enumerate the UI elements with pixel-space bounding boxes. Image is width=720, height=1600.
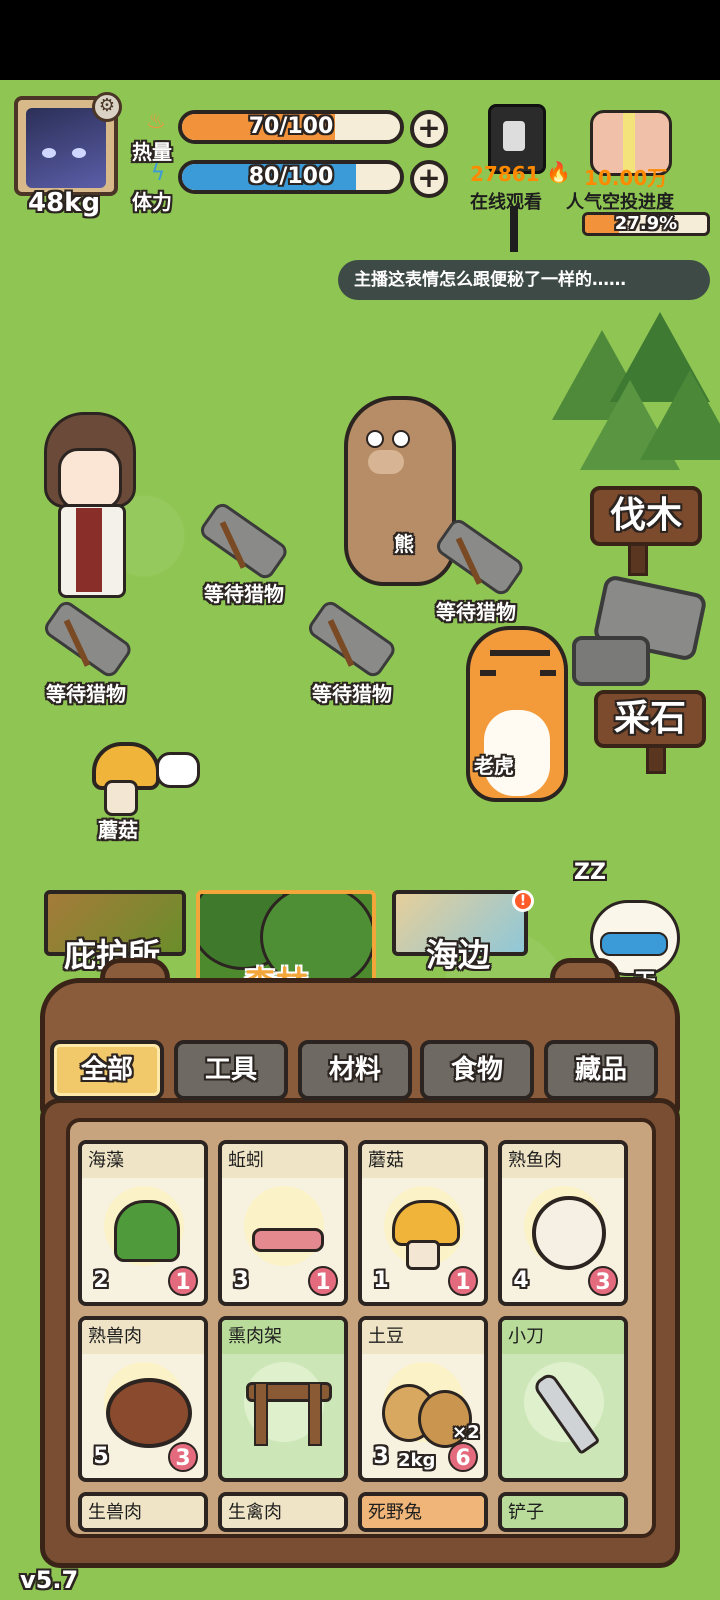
airdrop-progress-bar: 27.9% <box>582 212 710 236</box>
item-quantity: 6 <box>448 1442 478 1472</box>
game-screen: ⚙ 48kg ♨ 热量 70/100 + ϟ 体力 80/100 + 27861… <box>0 0 720 1600</box>
item-name: 死野兔 <box>362 1496 484 1528</box>
item-card[interactable]: 海藻 2 1 <box>78 1140 208 1306</box>
trap-status: 等待猎物 <box>46 682 126 706</box>
pine-tree <box>640 370 720 460</box>
rack-leg <box>254 1382 268 1446</box>
earthworm-icon <box>252 1228 324 1252</box>
tab-all[interactable]: 全部 <box>50 1040 164 1100</box>
fire-icon: 🔥 <box>546 160 571 184</box>
hunting-trap[interactable] <box>433 516 536 599</box>
plus-icon: + <box>417 111 441 144</box>
item-name: 蘑菇 <box>362 1144 484 1178</box>
mushroom-stem-icon <box>406 1240 440 1270</box>
cooked-meat-icon <box>106 1378 192 1448</box>
avatar-eye-right <box>72 148 86 158</box>
seaweed-icon <box>114 1200 180 1262</box>
tiger-label: 老虎 <box>474 754 514 778</box>
avatar-eye-left <box>42 148 56 158</box>
alert-badge: ! <box>512 890 534 912</box>
item-card[interactable]: 铲子 <box>498 1492 628 1532</box>
flame-icon: ♨ <box>146 109 166 134</box>
heat-value: 70/100 <box>248 114 334 139</box>
item-name: 生禽肉 <box>222 1496 344 1528</box>
item-name: 蚯蚓 <box>222 1144 344 1178</box>
airdrop-label: 人气空投进度 <box>566 192 674 213</box>
item-card[interactable]: 蚯蚓 3 1 <box>218 1140 348 1306</box>
tab-materials[interactable]: 材料 <box>298 1040 412 1100</box>
calorie-value: 2 <box>86 1266 116 1296</box>
item-card[interactable]: 熟鱼肉 4 3 <box>498 1140 628 1306</box>
tab-tools[interactable]: 工具 <box>174 1040 288 1100</box>
item-quantity: 3 <box>588 1266 618 1296</box>
trap-status: 等待猎物 <box>312 682 392 706</box>
cooked-fish-icon <box>532 1196 606 1270</box>
viewer-count: 27861 <box>470 162 540 186</box>
item-card[interactable]: 死野兔 <box>358 1492 488 1532</box>
player-weight: 48kg <box>28 188 101 218</box>
avatar-portrait <box>26 108 106 188</box>
status-bar <box>0 0 720 80</box>
viewers-label: 在线观看 <box>470 192 542 213</box>
airdrop-amount: 10.00万 <box>584 166 668 190</box>
item-quantity: 1 <box>308 1266 338 1296</box>
player-character[interactable] <box>36 412 136 602</box>
calorie-value: 3 <box>226 1266 256 1296</box>
add-heat-button[interactable]: + <box>410 110 448 148</box>
trap-status: 等待猎物 <box>436 600 516 624</box>
heat-bar: 70/100 <box>178 110 404 144</box>
sleep-icon: ZZ <box>574 860 606 885</box>
mushroom-stem <box>104 780 138 816</box>
rack-leg <box>308 1382 322 1446</box>
rock-pile <box>572 636 650 686</box>
item-name: 熏肉架 <box>222 1320 344 1354</box>
item-multiplier: ×2 <box>452 1422 480 1443</box>
item-quantity: 3 <box>168 1442 198 1472</box>
item-name: 熟兽肉 <box>82 1320 204 1354</box>
item-name: 生兽肉 <box>82 1496 204 1528</box>
calorie-value: 1 <box>366 1266 396 1296</box>
item-card[interactable]: 生禽肉 <box>218 1492 348 1532</box>
item-card[interactable]: 熟兽肉 5 3 <box>78 1316 208 1482</box>
tab-collectibles[interactable]: 藏品 <box>544 1040 658 1100</box>
stream-comment: 主播这表情怎么跟便秘了一样的…… <box>338 260 710 300</box>
item-card[interactable]: 熏肉架 <box>218 1316 348 1482</box>
version-label: v5.7 <box>20 1566 79 1594</box>
mushroom-label: 蘑菇 <box>98 818 138 842</box>
calorie-value: 4 <box>506 1266 536 1296</box>
stamina-bar: 80/100 <box>178 160 404 194</box>
stamina-label: 体力 <box>132 190 172 214</box>
item-quantity: 1 <box>448 1266 478 1296</box>
item-name: 小刀 <box>502 1320 624 1354</box>
item-name: 海藻 <box>82 1144 204 1178</box>
airdrop-progress-text: 27.9% <box>614 213 678 234</box>
item-name: 熟鱼肉 <box>502 1144 624 1178</box>
item-name: 铲子 <box>502 1496 624 1528</box>
calorie-value: 3 <box>366 1442 396 1472</box>
pointing-hand-icon <box>156 752 200 788</box>
item-name: 土豆 <box>362 1320 484 1354</box>
item-card[interactable]: 蘑菇 1 1 <box>358 1140 488 1306</box>
hunting-trap[interactable] <box>197 500 300 583</box>
calorie-value: 5 <box>86 1442 116 1472</box>
tab-food[interactable]: 食物 <box>420 1040 534 1100</box>
seaside-label: 海边 <box>426 936 491 974</box>
item-card[interactable]: 土豆 ×2 2kg 3 6 <box>358 1316 488 1482</box>
item-weight: 2kg <box>398 1450 436 1471</box>
stamina-value: 80/100 <box>248 164 334 189</box>
chop-wood-sign[interactable]: 伐木 <box>590 486 702 546</box>
mine-stone-sign[interactable]: 采石 <box>594 690 706 748</box>
trap-status: 等待猎物 <box>204 582 284 606</box>
add-stamina-button[interactable]: + <box>410 160 448 198</box>
hunting-trap[interactable] <box>41 598 144 681</box>
item-card[interactable]: 小刀 <box>498 1316 628 1482</box>
item-card[interactable]: 生兽肉 <box>78 1492 208 1532</box>
bear-label: 熊 <box>394 532 414 556</box>
item-quantity: 1 <box>168 1266 198 1296</box>
bear-creature[interactable] <box>344 396 456 586</box>
hunting-trap[interactable] <box>305 598 408 681</box>
gear-icon[interactable]: ⚙ <box>92 92 122 122</box>
plus-icon: + <box>417 161 441 194</box>
lightning-icon: ϟ <box>150 161 166 186</box>
